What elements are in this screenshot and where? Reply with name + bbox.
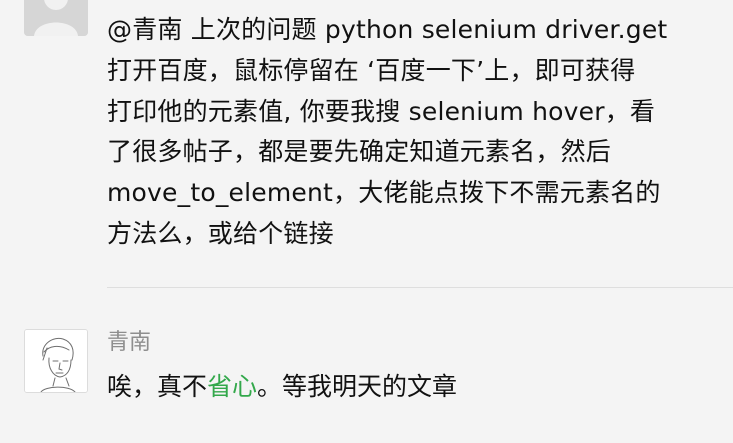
reply-body: 唉，真不省心。等我明天的文章 <box>107 367 457 407</box>
comment-divider <box>107 287 733 288</box>
comment-line: 打开百度，鼠标停留在 ‘百度一下’上，即可获得 <box>107 55 636 85</box>
comment-line: move_to_element，大佬能点拨下不需元素名的 <box>107 178 661 208</box>
default-user-avatar-icon <box>24 0 88 36</box>
comment-line: 方法么，或给个链接 <box>107 218 334 248</box>
reply-text-start: 唉，真不 <box>107 372 208 401</box>
sketch-portrait-avatar-icon <box>25 330 87 392</box>
comment-line: @青南 上次的问题 python selenium driver.get <box>107 15 668 44</box>
comment-line: 了很多帖子，都是要先确定知道元素名，然后 <box>107 137 612 167</box>
reply-text-highlight: 省心 <box>207 372 258 401</box>
comment-body: @青南 上次的问题 python selenium driver.get 打开百… <box>107 10 719 255</box>
reply-author-avatar[interactable] <box>24 329 88 393</box>
reply-text-end: 。等我明天的文章 <box>257 372 458 401</box>
commenter-avatar[interactable] <box>24 0 88 36</box>
comment-line: 打印他的元素值, 你要我搜 selenium hover，看 <box>107 96 656 126</box>
reply-author-name[interactable]: 青南 <box>107 329 151 357</box>
